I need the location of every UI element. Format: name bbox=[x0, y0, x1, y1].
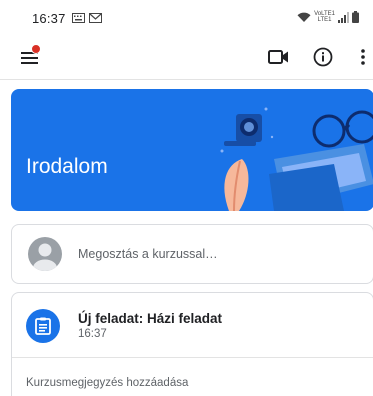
video-icon bbox=[268, 50, 288, 64]
class-title: Irodalom bbox=[26, 155, 108, 178]
clipboard-icon bbox=[35, 317, 51, 335]
app-bar bbox=[0, 34, 373, 80]
banner-illustration bbox=[220, 107, 373, 211]
volte-indicator: VoLTE1 LTE1 bbox=[314, 11, 335, 23]
menu-button[interactable] bbox=[17, 44, 43, 70]
assignment-title: Új feladat: Házi feladat bbox=[78, 311, 223, 326]
assignment-icon bbox=[26, 309, 60, 343]
person-icon bbox=[33, 243, 57, 271]
avatar bbox=[28, 237, 62, 271]
more-options-button[interactable] bbox=[350, 44, 373, 70]
status-notification-icons bbox=[72, 13, 102, 23]
wifi-icon bbox=[297, 12, 311, 22]
gmail-notification-icon bbox=[89, 13, 102, 23]
assignment-time: 16:37 bbox=[78, 328, 107, 340]
status-bar: 16:37 VoLTE1 LTE1 bbox=[0, 0, 373, 34]
more-vert-icon bbox=[361, 49, 365, 65]
keyboard-notification-icon bbox=[72, 13, 85, 23]
battery-icon bbox=[352, 11, 359, 23]
status-right-icons: VoLTE1 LTE1 bbox=[297, 11, 359, 23]
class-info-button[interactable] bbox=[310, 44, 336, 70]
class-banner[interactable]: Irodalom bbox=[11, 89, 373, 211]
share-input-placeholder: Megosztás a kurzussal… bbox=[78, 247, 218, 261]
stream-item[interactable]: Új feladat: Házi feladat 16:37 Kurzusmeg… bbox=[11, 292, 373, 396]
divider bbox=[12, 357, 373, 358]
meet-button[interactable] bbox=[266, 44, 292, 70]
notification-dot bbox=[31, 44, 41, 54]
signal-icon bbox=[338, 11, 349, 23]
info-icon bbox=[313, 47, 333, 67]
lte-label: LTE1 bbox=[317, 17, 332, 23]
status-time: 16:37 bbox=[32, 11, 66, 26]
share-with-class-card[interactable]: Megosztás a kurzussal… bbox=[11, 224, 373, 284]
add-class-comment-button[interactable]: Kurzusmegjegyzés hozzáadása bbox=[26, 377, 188, 389]
